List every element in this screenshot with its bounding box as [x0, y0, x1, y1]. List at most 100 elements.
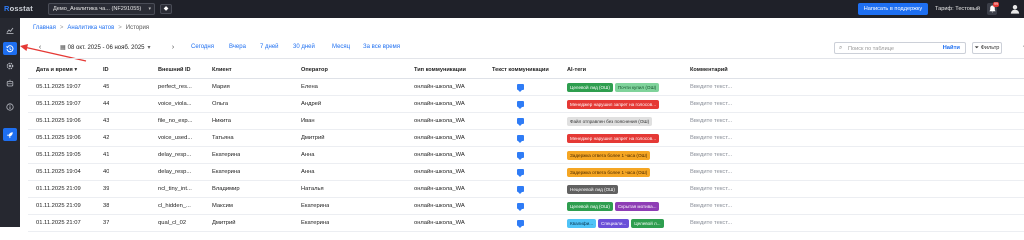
comment-input[interactable]: Введите текст...	[690, 113, 732, 130]
ai-tag[interactable]: Менеджер нарушил запрет на голосов...	[567, 100, 660, 109]
column-header-date[interactable]: Дата и время ▾	[36, 61, 77, 79]
ai-tag[interactable]: Нецелевой лид (ОШ)	[567, 185, 618, 194]
column-header-operator[interactable]: Оператор	[301, 61, 328, 79]
ai-tag[interactable]: Квалифи...	[567, 219, 597, 228]
diamond-icon[interactable]: ◆	[160, 4, 172, 14]
chat-message-icon[interactable]	[517, 169, 524, 177]
cell-operator: Дмитрий	[301, 135, 325, 141]
ai-tag[interactable]: Скрытая мотива...	[614, 202, 660, 211]
ai-tag[interactable]: Целевой лид (ОШ)	[567, 202, 613, 211]
table-row[interactable]: 05.11.2025 19:07 44 voice_viola... Ольга Анд…	[28, 96, 1024, 113]
chat-message-icon[interactable]	[517, 203, 524, 211]
cell-date: 01.11.2025 21:09	[36, 186, 81, 192]
comment-input[interactable]: Введите текст...	[690, 79, 732, 96]
ai-tag[interactable]: Целевой лид (ОШ)	[567, 83, 613, 92]
table-row[interactable]: 05.11.2025 19:07 45 perfect_res... Мария Еле…	[28, 79, 1024, 96]
user-icon[interactable]	[1010, 4, 1020, 14]
comment-input[interactable]: Введите текст...	[690, 198, 732, 215]
table-row[interactable]: 05.11.2025 19:06 42 voice_used... Татьяна Дм…	[28, 130, 1024, 147]
filter-button[interactable]: ⏷ Фильтр	[972, 42, 1002, 54]
column-header-client[interactable]: Клиент	[212, 61, 232, 79]
quick-filter-yesterday[interactable]: Вчера	[229, 44, 246, 50]
ai-tag[interactable]: Файл отправлен без пояснения (ОШ)	[567, 117, 653, 126]
cell-external-id: delay_resp...	[158, 152, 192, 158]
chat-message-icon[interactable]	[517, 152, 524, 160]
cell-operator: Екатерина	[301, 203, 330, 209]
quick-filter-month[interactable]: Месяц	[332, 44, 350, 50]
ai-tag[interactable]: Целевой л...	[631, 219, 664, 228]
ai-tags-cell: Нецелевой лид (ОШ)	[567, 185, 620, 194]
table-row[interactable]: 05.11.2025 19:06 43 file_no_exp... Никита Ив…	[28, 113, 1024, 130]
info-icon[interactable]	[3, 100, 17, 113]
table-row[interactable]: 01.11.2025 21:09 39 ncl_tiny_int... Владими…	[28, 181, 1024, 198]
cell-external-id: qual_cl_02	[158, 220, 187, 226]
chart-icon[interactable]	[3, 24, 17, 37]
cell-comm-type: онлайн-школа_WA	[414, 220, 465, 226]
quick-filter-30-days[interactable]: 30 дней	[293, 44, 315, 50]
ai-tags-cell: Задержка ответа более 1 часа (ОШ)	[567, 168, 652, 177]
chevron-down-icon: ▾	[147, 45, 151, 51]
history-icon[interactable]	[3, 42, 17, 55]
chat-message-icon[interactable]	[517, 220, 524, 228]
column-header-external-id[interactable]: Внешний ID	[158, 61, 191, 79]
chat-message-icon[interactable]	[517, 118, 524, 126]
rocket-icon[interactable]	[3, 128, 17, 141]
comment-input[interactable]: Введите текст...	[690, 164, 732, 181]
search-button[interactable]: Найти	[943, 43, 960, 53]
quick-filter-all-time[interactable]: За все время	[363, 44, 400, 50]
ai-tags-cell: Квалифи... Специали... Целевой л...	[567, 219, 666, 228]
ai-tag[interactable]: Почти купил (ОШ)	[614, 83, 660, 92]
ai-tag[interactable]: Задержка ответа более 1 часа (ОШ)	[567, 151, 651, 160]
comment-input[interactable]: Введите текст...	[690, 147, 732, 164]
column-header-comm-type[interactable]: Тип коммуникации	[414, 61, 466, 79]
ai-tag[interactable]: Менеджер нарушил запрет на голосов...	[567, 134, 660, 143]
robot-icon[interactable]	[3, 76, 17, 89]
chat-message-icon[interactable]	[517, 186, 524, 194]
chat-message-icon[interactable]	[517, 135, 524, 143]
breadcrumb-separator-icon: >	[118, 25, 122, 31]
ai-tag[interactable]: Специали...	[598, 219, 630, 228]
column-header-ai-tags[interactable]: AI-теги	[567, 61, 586, 79]
tariff-label[interactable]: Тариф: Тестовый	[935, 3, 980, 15]
cell-date: 05.11.2025 19:07	[36, 84, 81, 90]
quick-filter-today[interactable]: Сегодня	[191, 44, 214, 50]
comment-input[interactable]: Введите текст...	[690, 96, 732, 113]
project-select[interactable]: Демо_Аналитика ча... (NF291055) ▾	[48, 3, 155, 15]
chat-message-icon[interactable]	[517, 101, 524, 109]
table-row[interactable]: 05.11.2025 19:04 40 delay_resp... Екатерина…	[28, 164, 1024, 181]
column-header-comment[interactable]: Комментарий	[690, 61, 728, 79]
comment-input[interactable]: Введите текст...	[690, 215, 732, 232]
table-search: ⌕ Найти	[834, 42, 966, 54]
search-input[interactable]	[848, 44, 928, 53]
table-row[interactable]: 01.11.2025 21:09 38 cl_hidden_... Максим Ека…	[28, 198, 1024, 215]
cell-operator: Анна	[301, 169, 315, 175]
ai-tags-cell: Менеджер нарушил запрет на голосов...	[567, 134, 661, 143]
next-period-button[interactable]: ›	[168, 43, 178, 53]
ai-tag[interactable]: Задержка ответа более 1 часа (ОШ)	[567, 168, 651, 177]
app-logo[interactable]: Rosstat	[4, 4, 33, 13]
support-button[interactable]: Написать в поддержку	[858, 3, 928, 15]
breadcrumb-home[interactable]: Главная	[33, 25, 56, 31]
comment-input[interactable]: Введите текст...	[690, 181, 732, 198]
date-range-picker[interactable]: ▦ 08 окт. 2025 - 06 нояб. 2025 ▾	[60, 44, 151, 51]
gear-icon[interactable]	[3, 59, 17, 72]
column-header-date-label: Дата и время	[36, 67, 73, 73]
column-header-comm-text[interactable]: Текст коммуникации	[492, 61, 549, 79]
cell-client: Екатерина	[212, 152, 241, 158]
cell-client: Никита	[212, 118, 232, 124]
more-options-button[interactable]: ···	[1020, 42, 1024, 54]
table-row[interactable]: 01.11.2025 21:07 37 qual_cl_02 Дмитрий Екате…	[28, 215, 1024, 232]
cell-comm-type: онлайн-школа_WA	[414, 118, 465, 124]
breadcrumb-analytics[interactable]: Аналитика чатов	[67, 25, 114, 31]
cell-id: 43	[103, 118, 110, 124]
comment-input[interactable]: Введите текст...	[690, 130, 732, 147]
ai-tags-cell: Файл отправлен без пояснения (ОШ)	[567, 117, 654, 126]
cell-comm-type: онлайн-школа_WA	[414, 169, 465, 175]
prev-period-button[interactable]: ‹	[35, 43, 45, 53]
breadcrumb-current: История	[125, 25, 150, 31]
chevron-down-icon: ▾	[148, 6, 151, 12]
column-header-id[interactable]: ID	[103, 61, 109, 79]
chat-message-icon[interactable]	[517, 84, 524, 92]
table-row[interactable]: 05.11.2025 19:05 41 delay_resp... Екатерина…	[28, 147, 1024, 164]
quick-filter-7-days[interactable]: 7 дней	[260, 44, 279, 50]
